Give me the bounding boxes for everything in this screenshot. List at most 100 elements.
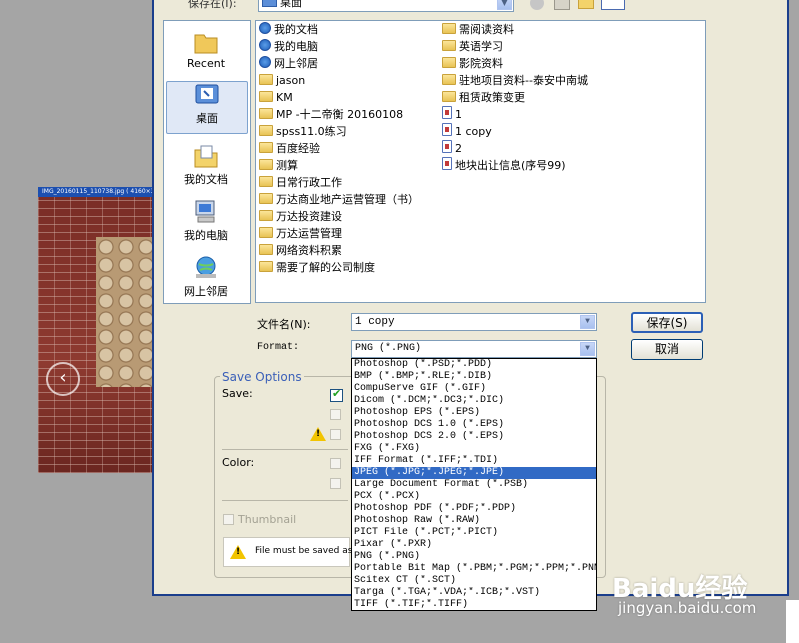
format-option[interactable]: Photoshop DCS 2.0 (*.EPS) [352, 431, 596, 443]
format-option[interactable]: FXG (*.FXG) [352, 443, 596, 455]
file-list-item[interactable]: 1 [442, 106, 462, 123]
file-list-item[interactable]: MP -十二帝衡 20160108 [259, 106, 403, 123]
place-network[interactable]: 网上邻居 [166, 255, 246, 299]
save-as-copy-checkbox[interactable]: ✔ [330, 387, 343, 402]
format-option[interactable]: CompuServe GIF (*.GIF) [352, 383, 596, 395]
file-list-item[interactable]: 万达投资建设 [259, 208, 342, 225]
format-option[interactable]: IFF Format (*.IFF;*.TDI) [352, 455, 596, 467]
folder-icon [442, 23, 456, 34]
file-list-item[interactable]: 地块出让信息(序号99) [442, 157, 566, 174]
file-list-item[interactable]: 网上邻居 [259, 55, 318, 72]
folder-icon [442, 74, 456, 85]
folder-icon [259, 193, 273, 204]
thumbnail-label: Thumbnail [238, 513, 297, 526]
file-list-item[interactable]: 日常行政工作 [259, 174, 342, 191]
place-desktop[interactable]: 桌面 [166, 81, 248, 134]
format-option[interactable]: Pixar (*.PXR) [352, 539, 596, 551]
file-list-item[interactable]: 驻地项目资料--泰安中南城 [442, 72, 588, 89]
chevron-down-icon[interactable]: ▼ [580, 342, 595, 356]
format-option[interactable]: Dicom (*.DCM;*.DC3;*.DIC) [352, 395, 596, 407]
format-option[interactable]: Large Document Format (*.PSB) [352, 479, 596, 491]
file-list-item[interactable]: 租赁政策变更 [442, 89, 525, 106]
file-list-item[interactable]: 百度经验 [259, 140, 320, 157]
file-list-item[interactable]: 需要了解的公司制度 [259, 259, 375, 276]
format-option[interactable]: BMP (*.BMP;*.RLE;*.DIB) [352, 371, 596, 383]
format-option[interactable]: PCX (*.PCX) [352, 491, 596, 503]
file-name: 地块出让信息(序号99) [455, 159, 566, 172]
chevron-down-icon[interactable]: ▼ [580, 315, 595, 329]
format-option[interactable]: Photoshop Raw (*.RAW) [352, 515, 596, 527]
chevron-down-icon[interactable]: ▼ [497, 0, 512, 10]
disabled-checkbox-3 [330, 458, 341, 469]
format-option[interactable]: TIFF (*.TIF;*.TIFF) [352, 599, 596, 610]
file-name: 英语学习 [459, 40, 503, 53]
previous-arrow-icon[interactable]: ‹ [46, 362, 80, 396]
format-option[interactable]: Targa (*.TGA;*.VDA;*.ICB;*.VST) [352, 587, 596, 599]
divider [222, 500, 348, 501]
file-list-item[interactable]: 测算 [259, 157, 298, 174]
file-list-item[interactable]: 英语学习 [442, 38, 503, 55]
format-option[interactable]: Scitex CT (*.SCT) [352, 575, 596, 587]
format-option[interactable]: JPEG (*.JPG;*.JPEG;*.JPE) [352, 467, 596, 479]
place-my-computer[interactable]: 我的电脑 [166, 199, 246, 243]
file-list-item[interactable]: spss11.0练习 [259, 123, 347, 140]
save-in-dropdown[interactable]: 桌面 ▼ [258, 0, 514, 12]
document-icon [442, 140, 452, 153]
file-list-item[interactable]: 需阅读资料 [442, 21, 514, 38]
new-folder-icon[interactable] [578, 0, 594, 9]
folder-icon [259, 227, 273, 238]
format-dropdown-list[interactable]: Photoshop (*.PSD;*.PDD) BMP (*.BMP;*.RLE;… [351, 358, 597, 611]
file-name: 日常行政工作 [276, 176, 342, 189]
photo-document-window: IMG_20160115_110738.jpg ( 4160×3 ‹ [38, 187, 156, 473]
place-recent[interactable]: Recent [166, 29, 246, 70]
file-list-item[interactable]: 影院资料 [442, 55, 503, 72]
folder-icon [259, 108, 273, 119]
file-name: 需要了解的公司制度 [276, 261, 375, 274]
disabled-checkbox-4 [330, 478, 341, 489]
file-list-item[interactable]: jason [259, 72, 305, 89]
file-list-item[interactable]: 万达运营管理 [259, 225, 342, 242]
cancel-button[interactable]: 取消 [631, 339, 703, 360]
format-option[interactable]: PNG (*.PNG) [352, 551, 596, 563]
views-menu-icon[interactable] [601, 0, 625, 10]
format-option[interactable]: PICT File (*.PCT;*.PICT) [352, 527, 596, 539]
format-option[interactable]: Photoshop (*.PSD;*.PDD) [352, 359, 596, 371]
warning-icon: ! [310, 427, 326, 441]
thumbnail-checkbox [223, 514, 234, 525]
file-name: 1 [455, 108, 462, 121]
file-list-item[interactable]: 1 copy [442, 123, 492, 140]
file-list-item[interactable]: 万达商业地产运营管理（书） [259, 191, 419, 208]
file-list-item[interactable]: 我的电脑 [259, 38, 318, 55]
folder-icon [442, 40, 456, 51]
format-option[interactable]: Photoshop EPS (*.EPS) [352, 407, 596, 419]
place-my-documents[interactable]: 我的文档 [166, 143, 246, 187]
desktop-icon [195, 84, 219, 104]
filename-input[interactable]: 1 copy ▼ [351, 313, 597, 331]
folder-icon [442, 57, 456, 68]
folder-icon [259, 159, 273, 170]
format-option[interactable]: Photoshop PDF (*.PDF;*.PDP) [352, 503, 596, 515]
folder-icon [259, 261, 273, 272]
warning-text: File must be saved as [255, 546, 353, 556]
format-option[interactable]: Portable Bit Map (*.PBM;*.PGM;*.PPM;*.PN… [352, 563, 596, 575]
warning-message-box: ! File must be saved as [223, 537, 353, 567]
format-option[interactable]: Photoshop DCS 1.0 (*.EPS) [352, 419, 596, 431]
format-select[interactable]: PNG (*.PNG) ▼ [351, 340, 597, 358]
file-list-item[interactable]: 2 [442, 140, 462, 157]
folder-icon [259, 74, 273, 85]
up-folder-icon[interactable] [554, 0, 570, 10]
edge-strip [786, 600, 799, 643]
system-folder-icon [259, 22, 271, 34]
file-list-item[interactable]: 网络资料积累 [259, 242, 342, 259]
folder-icon [259, 142, 273, 153]
my-documents-icon [194, 145, 218, 168]
document-icon [442, 123, 452, 136]
desktop-icon [262, 0, 277, 7]
save-button[interactable]: 保存(S) [631, 312, 703, 333]
format-label: Format: [257, 342, 300, 353]
save-label: Save: [222, 387, 253, 400]
file-list-item[interactable]: KM [259, 89, 293, 106]
file-list-item[interactable]: 我的文档 [259, 21, 318, 38]
file-name: 我的电脑 [274, 40, 318, 53]
file-name: spss11.0练习 [276, 125, 347, 138]
